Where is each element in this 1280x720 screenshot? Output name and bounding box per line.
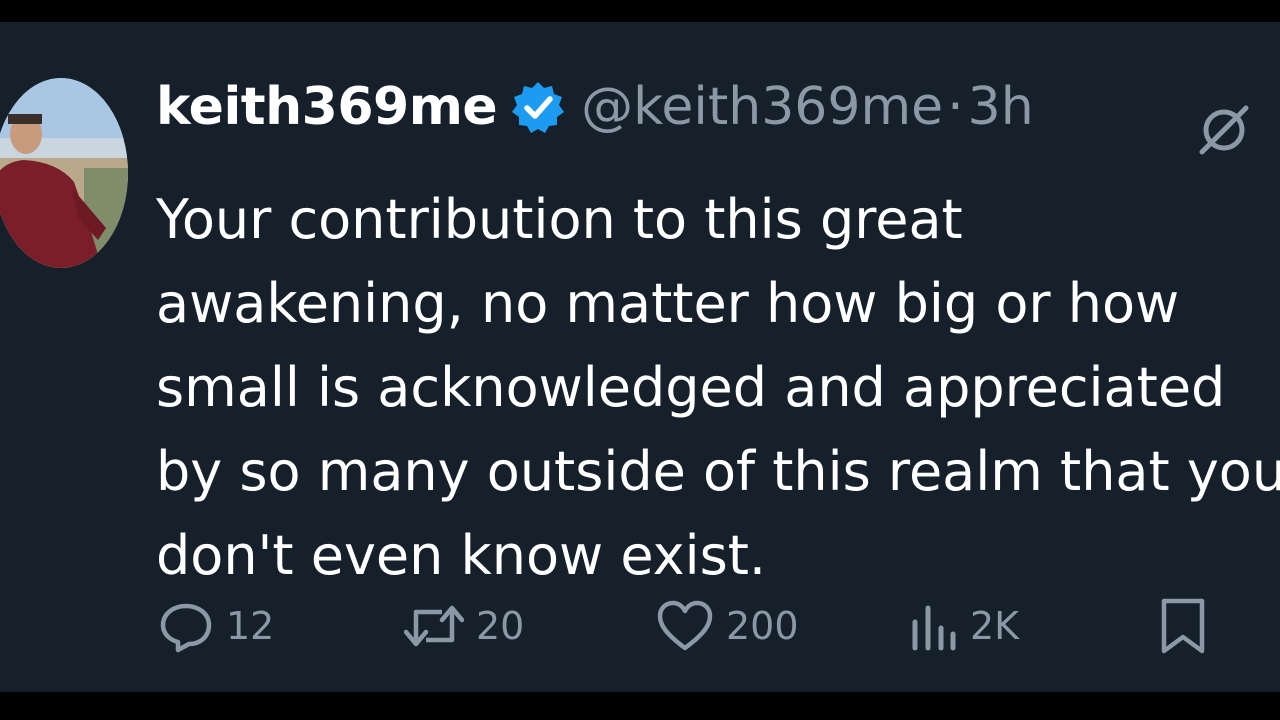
reply-button[interactable]: 12 bbox=[158, 598, 274, 654]
reply-count: 12 bbox=[226, 604, 275, 648]
bookmark-icon bbox=[1158, 597, 1208, 655]
repost-icon bbox=[404, 598, 464, 654]
tweet-line: awakening, no matter how big or how bbox=[156, 272, 1180, 335]
tweet-card: keith369me @keith369me · 3h Your contrib… bbox=[0, 22, 1280, 692]
display-name[interactable]: keith369me bbox=[156, 77, 498, 137]
tweet-header: keith369me @keith369me · 3h bbox=[156, 72, 1034, 142]
views-count: 2K bbox=[970, 604, 1020, 648]
tweet-text: Your contribution to this great awakenin… bbox=[156, 178, 1280, 598]
heart-icon bbox=[656, 598, 714, 654]
timestamp[interactable]: 3h bbox=[968, 77, 1034, 137]
avatar[interactable] bbox=[0, 78, 128, 268]
avatar-photo bbox=[0, 78, 128, 268]
like-count: 200 bbox=[726, 604, 799, 648]
like-button[interactable]: 200 bbox=[656, 598, 799, 654]
tweet-line: don't even know exist. bbox=[156, 524, 767, 587]
tweet-line: by so many outside of this realm that yo… bbox=[156, 440, 1280, 503]
user-handle[interactable]: @keith369me bbox=[581, 77, 943, 137]
repost-count: 20 bbox=[476, 604, 525, 648]
views-icon bbox=[910, 598, 958, 654]
repost-button[interactable]: 20 bbox=[404, 598, 524, 654]
bookmark-button[interactable] bbox=[1158, 598, 1208, 654]
tweet-line: Your contribution to this great bbox=[156, 188, 963, 251]
separator-dot: · bbox=[947, 77, 964, 137]
grok-icon[interactable] bbox=[1196, 102, 1252, 158]
views-button[interactable]: 2K bbox=[910, 598, 1019, 654]
verified-badge-icon bbox=[511, 80, 565, 134]
reply-icon bbox=[158, 598, 214, 654]
tweet-line: small is acknowledged and appreciated bbox=[156, 356, 1226, 419]
